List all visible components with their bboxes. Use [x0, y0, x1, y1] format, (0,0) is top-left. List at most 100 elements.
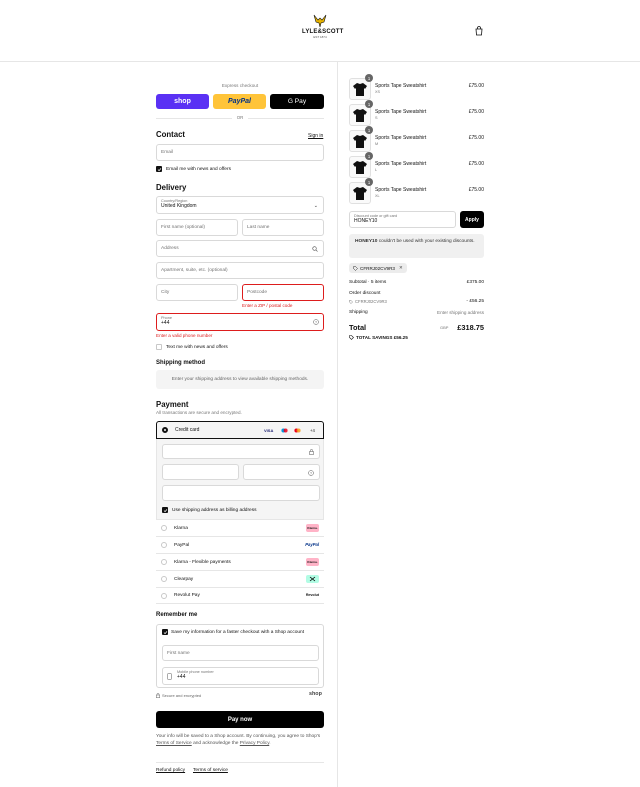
privacy-link[interactable]: Privacy Policy — [240, 741, 270, 746]
total-value: £318.75 — [457, 323, 484, 332]
cart-item: 1 Sports Tape Sweatshirt XL £75.00 — [349, 178, 484, 206]
search-icon — [312, 246, 318, 252]
product-size: XL — [375, 194, 380, 198]
quantity-badge: 1 — [365, 126, 373, 134]
tag-icon — [349, 335, 354, 340]
lock-icon — [309, 449, 314, 455]
city-field[interactable]: City — [156, 284, 238, 301]
expiry-field[interactable] — [162, 464, 239, 480]
contact-heading: Contact — [156, 130, 186, 139]
visa-icon: VISA — [264, 428, 274, 433]
tag-icon — [349, 299, 353, 304]
product-name: Sports Tape Sweatshirt — [375, 187, 427, 193]
help-icon[interactable]: ? — [308, 470, 314, 476]
order-discount-value: - £56.25 — [466, 299, 484, 304]
divider-left — [156, 118, 232, 119]
discount-code-field[interactable]: Discount code or gift card HONEY10 — [349, 211, 456, 228]
shop-pay-button[interactable]: shop — [156, 94, 209, 109]
shop-first-name-field[interactable]: First name — [162, 645, 319, 661]
last-name-field[interactable]: Last name — [242, 219, 324, 236]
payment-option-klarna[interactable]: Klarna Klarna. — [156, 519, 324, 536]
terms-of-service-link[interactable]: Terms of service — [193, 768, 228, 773]
pay-now-button[interactable]: Pay now — [156, 711, 324, 728]
shipping-value: Enter shipping address — [437, 310, 484, 315]
cart-item: 1 Sports Tape Sweatshirt L £75.00 — [349, 152, 484, 180]
order-discount-label: Order discount — [349, 291, 381, 296]
sign-in-link[interactable]: Sign in — [308, 133, 323, 139]
google-pay-button[interactable]: G Pay — [270, 94, 324, 109]
cart-item: 1 Sports Tape Sweatshirt XS £75.00 — [349, 74, 484, 102]
postcode-field[interactable]: Postcode — [242, 284, 324, 301]
product-name: Sports Tape Sweatshirt — [375, 135, 427, 141]
email-field[interactable]: Email — [156, 144, 324, 161]
header: LYLE&SCOTT EST 1874 — [0, 0, 640, 62]
or-divider: OR — [236, 115, 244, 120]
payment-option-klarna-flexible[interactable]: Klarna - Flexible payments Klarna. — [156, 553, 324, 570]
shipping-label: Shipping — [349, 310, 368, 315]
help-icon[interactable]: ? — [313, 319, 319, 325]
payment-option-paypal[interactable]: PayPal PayPal — [156, 536, 324, 553]
klarna-icon: Klarna. — [306, 558, 319, 566]
apply-button[interactable]: Apply — [460, 211, 484, 228]
revolut-icon: Revolut — [305, 593, 319, 597]
card-details-panel: ? Use shipping address as billing addres… — [156, 439, 324, 520]
credit-card-option[interactable]: Credit card VISA +4 — [156, 421, 324, 439]
security-code-field[interactable]: ? — [243, 464, 320, 480]
newsletter-checkbox[interactable] — [156, 166, 162, 172]
total-savings: TOTAL SAVINGS £56.25 — [349, 335, 408, 340]
save-info-label: Save my information for a faster checkou… — [171, 630, 305, 635]
chevron-down-icon: ⌄ — [313, 203, 318, 209]
cart-item: 1 Sports Tape Sweatshirt M £75.00 — [349, 126, 484, 154]
save-info-checkbox[interactable] — [162, 629, 168, 635]
product-price: £75.00 — [468, 187, 484, 193]
billing-same-label: Use shipping address as billing address — [172, 508, 257, 513]
brand-sub: EST 1874 — [313, 35, 327, 39]
payment-option-clearpay[interactable]: Clearpay — [156, 570, 324, 587]
product-size: M — [375, 142, 379, 146]
mobile-icon — [167, 673, 172, 680]
payment-subtitle: All transactions are secure and encrypte… — [156, 410, 242, 415]
address-field[interactable]: Address — [156, 240, 324, 257]
paypal-button[interactable]: PayPal — [213, 94, 266, 109]
phone-error: Enter a valid phone number — [156, 333, 213, 338]
more-cards-label: +4 — [310, 428, 315, 433]
remove-discount-icon[interactable]: ✕ — [399, 265, 403, 271]
quantity-badge: 1 — [365, 74, 373, 82]
shop-logo: shop — [309, 691, 322, 697]
brand-logo[interactable]: LYLE&SCOTT EST 1874 — [302, 14, 343, 48]
product-price: £75.00 — [468, 135, 484, 141]
svg-text:?: ? — [315, 320, 317, 324]
quantity-badge: 1 — [365, 178, 373, 186]
remember-panel: Save my information for a faster checkou… — [156, 624, 324, 688]
lock-icon — [156, 693, 160, 698]
discount-warning: HONEY10 couldn't be used with your exist… — [349, 234, 484, 258]
text-offers-checkbox[interactable] — [156, 344, 162, 350]
refund-policy-link[interactable]: Refund policy — [156, 768, 185, 773]
phone-field[interactable]: Phone +44 ? — [156, 313, 324, 331]
payment-heading: Payment — [156, 400, 189, 409]
eagle-icon — [313, 14, 327, 28]
apartment-field[interactable]: Apartment, suite, etc. (optional) — [156, 262, 324, 279]
first-name-field[interactable]: First name (optional) — [156, 219, 238, 236]
postcode-error: Enter a ZIP / postal code — [242, 303, 293, 308]
terms-link[interactable]: Terms of Service — [156, 741, 192, 746]
legal-text: Your info will be saved to a Shop accoun… — [156, 734, 321, 746]
clearpay-icon — [306, 575, 319, 583]
country-select[interactable]: Country/Region United Kingdom ⌄ — [156, 196, 324, 214]
newsletter-label: Email me with news and offers — [166, 167, 231, 172]
radio-selected[interactable] — [162, 427, 168, 433]
card-number-field[interactable] — [162, 444, 320, 459]
payment-option-revolut[interactable]: Revolut Pay Revolut — [156, 587, 324, 604]
name-on-card-field[interactable] — [162, 485, 320, 501]
mobile-phone-field[interactable]: Mobile phone number +44 — [162, 667, 319, 685]
currency-code: GBP — [440, 325, 449, 330]
product-size: S — [375, 116, 378, 120]
product-name: Sports Tape Sweatshirt — [375, 109, 427, 115]
mastercard-icon — [294, 428, 301, 433]
footer-divider — [156, 762, 324, 763]
billing-same-checkbox[interactable] — [162, 507, 168, 513]
subtotal-label: Subtotal · 5 items — [349, 280, 387, 285]
subtotal-value: £375.00 — [466, 280, 484, 285]
product-size: XS — [375, 90, 381, 94]
shopping-bag-icon[interactable] — [474, 26, 484, 36]
